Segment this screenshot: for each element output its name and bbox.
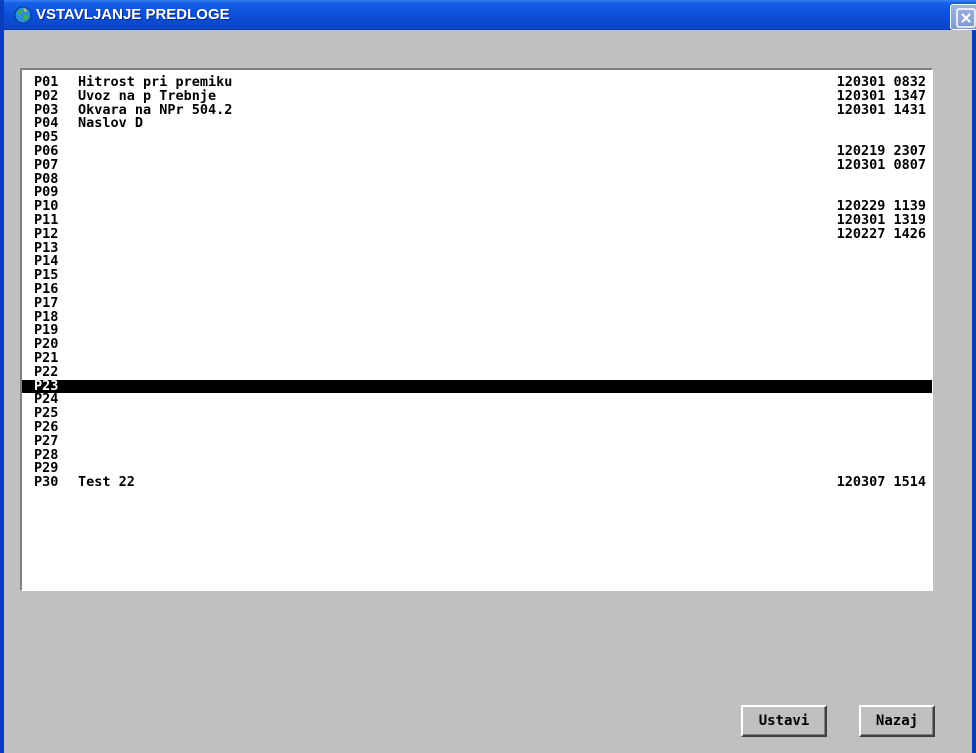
- template-row[interactable]: P25: [22, 406, 932, 421]
- dialog-window: VSTAVLJANJE PREDLOGE P01 Hitrost pri prem…: [0, 0, 976, 753]
- template-row[interactable]: P05: [22, 130, 932, 145]
- template-timestamp: 120307 1514: [836, 474, 926, 491]
- template-name: Naslov D: [78, 115, 144, 132]
- template-row[interactable]: P28: [22, 448, 932, 463]
- template-row[interactable]: P12 120227 1426: [22, 225, 932, 242]
- title-bar[interactable]: VSTAVLJANJE PREDLOGE: [4, 0, 976, 30]
- template-row[interactable]: P22: [22, 365, 932, 380]
- template-row[interactable]: P06 120219 2307: [22, 144, 932, 159]
- template-row[interactable]: P04 Naslov D: [22, 117, 932, 131]
- template-rows: P01 Hitrost pri premiku 120301 0832 P02 Uvoz…: [22, 75, 932, 491]
- globe-icon: [14, 6, 32, 24]
- template-row[interactable]: P27: [22, 434, 932, 449]
- template-code: P30: [34, 474, 59, 491]
- template-row[interactable]: P08: [22, 172, 932, 187]
- template-row[interactable]: P16: [22, 282, 932, 297]
- template-row[interactable]: P18: [22, 310, 932, 325]
- close-button[interactable]: [950, 4, 976, 30]
- close-icon: [956, 8, 976, 28]
- template-name: Test 22: [78, 474, 135, 491]
- insert-button[interactable]: Ustavi: [741, 705, 827, 737]
- template-row[interactable]: P09: [22, 186, 932, 200]
- template-row[interactable]: P19: [22, 324, 932, 338]
- template-row[interactable]: P29: [22, 462, 932, 476]
- template-row[interactable]: P23: [22, 379, 932, 394]
- template-row[interactable]: P14: [22, 255, 932, 269]
- window-title: VSTAVLJANJE PREDLOGE: [36, 6, 230, 23]
- template-timestamp: 120301 0807: [836, 156, 926, 173]
- template-timestamp: 120301 1431: [836, 101, 926, 118]
- template-row[interactable]: P24: [22, 393, 932, 407]
- back-button[interactable]: Nazaj: [859, 705, 935, 737]
- template-row[interactable]: P13: [22, 241, 932, 256]
- template-row[interactable]: P07 120301 0807: [22, 156, 932, 173]
- template-timestamp: 120227 1426: [836, 225, 926, 242]
- template-row[interactable]: P03 Okvara na NPr 504.2 120301 1431: [22, 101, 932, 118]
- template-list[interactable]: P01 Hitrost pri premiku 120301 0832 P02 Uvoz…: [20, 68, 933, 591]
- template-row[interactable]: P30 Test 22 120307 1514: [22, 474, 932, 491]
- template-row[interactable]: P10 120229 1139: [22, 199, 932, 214]
- template-row[interactable]: P26: [22, 420, 932, 435]
- template-row[interactable]: P11 120301 1319: [22, 213, 932, 228]
- template-row[interactable]: P15: [22, 268, 932, 283]
- template-row[interactable]: P17: [22, 296, 932, 311]
- template-row[interactable]: P21: [22, 351, 932, 366]
- template-row[interactable]: P20: [22, 337, 932, 352]
